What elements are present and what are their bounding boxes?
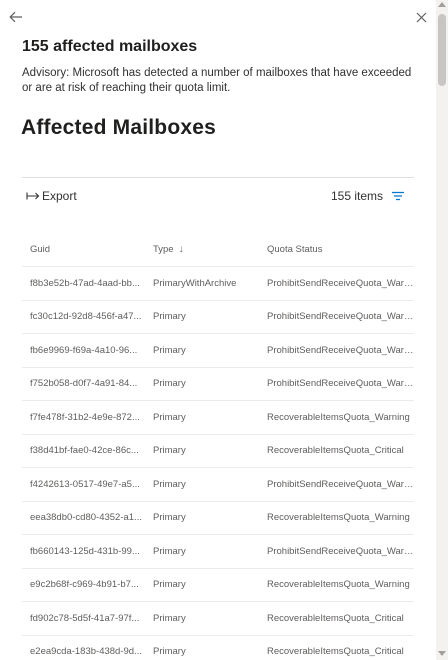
back-button[interactable] [6,7,26,27]
cell-guid: f4242613-0517-49e7-a5... [30,478,140,490]
grid-body: f8b3e52b-47ad-4aad-bb... PrimaryWithArchi… [22,267,414,660]
scroll-thumb[interactable] [438,14,446,86]
cell-type: Primary [153,646,186,658]
item-count: 155 items [331,189,384,203]
cell-guid: f7fe478f-31b2-4e9e-872... [30,411,140,423]
cell-quota-status: ProhibitSendReceiveQuota_Warning [267,378,414,390]
export-label: Export [42,189,77,203]
cell-guid: f38d41bf-fae0-42ce-86c... [30,445,139,457]
table-row[interactable]: f38d41bf-fae0-42ce-86c... Primary Recovera… [22,435,414,468]
column-header-quota-status[interactable]: Quota Status [259,244,414,255]
cell-quota-status: ProhibitSendReceiveQuota_Warning [267,344,414,356]
cell-guid: f752b058-d0f7-4a91-84... [30,378,138,390]
cell-guid: f8b3e52b-47ad-4aad-bb... [30,277,140,289]
cell-type: Primary [153,344,186,356]
cell-guid: e2ea9cda-183b-438d-9d... [30,646,142,658]
scroll-up-arrow-icon[interactable] [438,2,446,7]
panel-header-bar [0,0,448,36]
grid-toolbar: Export 155 items [22,180,414,212]
arrow-left-icon [9,11,22,23]
cell-guid: fc30c12d-92d8-456f-a47... [30,311,142,323]
section-title: Affected Mailboxes [21,116,216,139]
filter-button[interactable] [391,189,407,203]
table-row[interactable]: eea38db0-cd80-4352-a1... Primary Recoverab… [22,502,414,535]
cell-quota-status: ProhibitSendReceiveQuota_Warning [267,478,414,490]
cell-type: Primary [153,445,186,457]
cell-type: Primary [153,378,186,390]
cell-guid: e9c2b68f-c969-4b91-b7... [30,579,139,591]
close-button[interactable] [411,7,431,27]
toolbar-divider [22,177,414,178]
close-icon [416,12,426,22]
vertical-scrollbar[interactable] [436,0,448,660]
export-arrow-icon [26,190,40,202]
cell-type: Primary [153,545,186,557]
cell-quota-status: RecoverableItemsQuota_Critical [267,445,404,457]
table-row[interactable]: f8b3e52b-47ad-4aad-bb... PrimaryWithArchi… [22,267,414,301]
table-row[interactable]: fd902c78-5d5f-41a7-97f... Primary Recovera… [22,602,414,636]
cell-type: Primary [153,579,186,591]
table-row[interactable]: fb6e9969-f69a-4a10-96... Primary ProhibitS… [22,334,414,368]
table-row[interactable]: fb660143-125d-431b-99... Primary ProhibitS… [22,535,414,569]
filter-lines-icon [392,191,404,201]
arrow-down-icon: ↓ [178,244,184,255]
column-header-guid[interactable]: Guid [22,244,145,255]
cell-guid: fb6e9969-f69a-4a10-96... [30,344,138,356]
cell-quota-status: ProhibitSendReceiveQuota_Warning [267,311,414,323]
cell-type: PrimaryWithArchive [153,277,237,289]
cell-quota-status: RecoverableItemsQuota_Critical [267,646,404,658]
cell-quota-status: ProhibitSendReceiveQuota_Warning [267,277,414,289]
export-button[interactable]: Export [26,186,77,206]
table-row[interactable]: e9c2b68f-c969-4b91-b7... Primary Recoverab… [22,569,414,602]
cell-quota-status: RecoverableItemsQuota_Warning [267,512,410,524]
cell-quota-status: RecoverableItemsQuota_Warning [267,579,410,591]
cell-type: Primary [153,311,186,323]
table-row[interactable]: fc30c12d-92d8-456f-a47... Primary Prohibit… [22,301,414,334]
scroll-down-arrow-icon[interactable] [438,651,446,656]
advisory-text: Advisory: Microsoft has detected a numbe… [22,67,412,94]
cell-quota-status: ProhibitSendReceiveQuota_Warning [267,545,414,557]
table-row[interactable]: e2ea9cda-183b-438d-9d... Primary Recoverab… [22,636,414,660]
cell-type: Primary [153,478,186,490]
table-row[interactable]: f752b058-d0f7-4a91-84... Primary ProhibitS… [22,368,414,401]
table-row[interactable]: f4242613-0517-49e7-a5... Primary ProhibitS… [22,468,414,502]
cell-type: Primary [153,612,186,624]
cell-guid: fb660143-125d-431b-99... [30,545,140,557]
cell-quota-status: RecoverableItemsQuota_Warning [267,411,410,423]
cell-guid: eea38db0-cd80-4352-a1... [30,512,142,524]
panel-title: 155 affected mailboxes [22,38,198,55]
mailboxes-grid: Guid Type ↓ Quota Status f8b3e52b-47ad-4… [22,233,414,660]
column-header-type[interactable]: Type ↓ [145,244,259,255]
cell-type: Primary [153,411,186,423]
cell-type: Primary [153,512,186,524]
column-header-type-label: Type [153,244,174,255]
cell-quota-status: RecoverableItemsQuota_Critical [267,612,404,624]
column-header-quota-status-label: Quota Status [267,244,323,255]
grid-header-row: Guid Type ↓ Quota Status [22,233,414,267]
table-row[interactable]: f7fe478f-31b2-4e9e-872... Primary Recovera… [22,401,414,435]
cell-guid: fd902c78-5d5f-41a7-97f... [30,612,140,624]
column-header-guid-label: Guid [30,244,51,255]
